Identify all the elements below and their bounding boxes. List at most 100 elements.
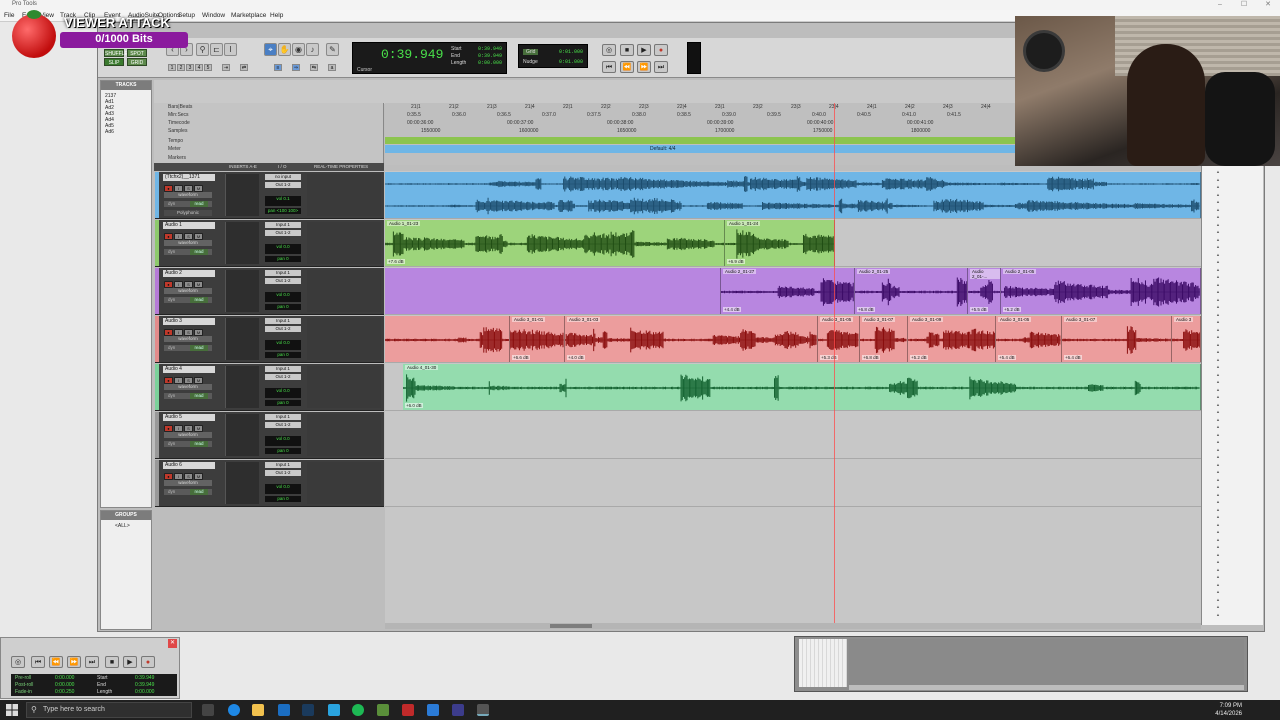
automation-mode[interactable]: read — [190, 297, 208, 303]
zoom-preset-4[interactable]: 4 — [195, 64, 203, 71]
inserts-slots[interactable] — [225, 414, 259, 456]
clip-list-entry-icon[interactable]: ▲ — [1216, 229, 1220, 234]
clip-list-entry-icon[interactable]: ▲ — [1216, 559, 1220, 564]
start-value[interactable]: 0:39.949 — [478, 46, 502, 52]
end-value[interactable]: 0:39.949 — [478, 53, 502, 59]
clip-list-entry-icon[interactable]: ▲ — [1216, 304, 1220, 309]
rewind-icon[interactable]: ⏪ — [49, 656, 63, 668]
smart-tool-icon[interactable]: ⌖ — [264, 43, 277, 56]
vscode-icon[interactable] — [427, 704, 439, 716]
spotify-icon[interactable] — [352, 704, 364, 716]
app-icon[interactable] — [402, 704, 414, 716]
trim-icon[interactable]: ⊏ — [210, 43, 223, 56]
windows-start-icon[interactable] — [6, 704, 18, 716]
clip[interactable]: Audio 3_01-09 +5.2 dB — [908, 316, 996, 362]
group-all-item[interactable]: <ALL> — [115, 523, 130, 529]
insertion-follows-icon[interactable]: ⇒ — [292, 64, 300, 71]
clip-list-entry-icon[interactable]: ▲ — [1216, 499, 1220, 504]
automation-mode[interactable]: read — [190, 345, 208, 351]
track-extra-label[interactable]: Polyphonic — [164, 210, 212, 216]
scrubber-icon[interactable]: ◉ — [292, 43, 305, 56]
rewind-icon[interactable]: ⏪ — [620, 61, 634, 73]
track-color-strip[interactable] — [155, 364, 159, 410]
clip[interactable]: Audio 3_01-01 +6.6 dB — [510, 316, 565, 362]
stop-icon[interactable]: ■ — [620, 44, 634, 56]
go-to-end-icon[interactable]: ⏭ — [654, 61, 668, 73]
pan-readout[interactable]: pan 0 — [265, 400, 301, 406]
inserts-column-header[interactable]: INSERTS A-E — [229, 164, 257, 169]
track-control-strip[interactable]: Audio 5 ● I S M waveform dyn read Input 1 Ou… — [155, 412, 384, 459]
output-selector[interactable]: Out 1-2 — [265, 374, 301, 380]
clip-list-entry-icon[interactable]: ▲ — [1216, 267, 1220, 272]
stop-icon[interactable]: ■ — [105, 656, 119, 668]
inserts-slots[interactable] — [225, 366, 259, 408]
clip-list-entry-icon[interactable]: ▲ — [1216, 349, 1220, 354]
output-selector[interactable]: Out 1-2 — [265, 422, 301, 428]
record-enable-button[interactable]: ● — [164, 233, 173, 240]
outlook-icon[interactable] — [278, 704, 290, 716]
volume-readout[interactable]: vol 0.1 — [265, 196, 301, 206]
track-lane-audio6[interactable] — [385, 459, 1201, 507]
mute-button[interactable]: M — [194, 329, 203, 336]
automation-mode[interactable]: read — [190, 393, 208, 399]
clip-list-entry-icon[interactable]: ▲ — [1216, 207, 1220, 212]
clip-list-entry-icon[interactable]: ▲ — [1216, 274, 1220, 279]
length-value[interactable]: 0:00.000 — [135, 689, 154, 695]
clip-list-entry-icon[interactable]: ▲ — [1216, 514, 1220, 519]
track-view-selector[interactable]: waveform — [164, 288, 212, 294]
clip-list-entry-icon[interactable]: ▲ — [1216, 589, 1220, 594]
record-enable-button[interactable]: ● — [164, 473, 173, 480]
postroll-value[interactable]: 0:00.000 — [55, 682, 74, 688]
track-timebase[interactable]: dyn read — [164, 201, 212, 207]
realtime-properties[interactable] — [307, 318, 381, 360]
track-view-selector[interactable]: waveform — [164, 432, 212, 438]
mute-button[interactable]: M — [194, 281, 203, 288]
clip-list-entry-icon[interactable]: ▲ — [1216, 522, 1220, 527]
input-monitor-button[interactable]: I — [174, 425, 183, 432]
clip-gain[interactable]: +6.6 dB — [512, 355, 530, 360]
pan-readout[interactable]: pan 0 — [265, 448, 301, 454]
record-icon[interactable]: ● — [654, 44, 668, 56]
zoom-preset-5[interactable]: 5 — [204, 64, 212, 71]
menu-marketplace[interactable]: Marketplace — [231, 12, 266, 19]
input-monitor-button[interactable]: I — [174, 377, 183, 384]
clip-list-entry-icon[interactable]: ▲ — [1216, 417, 1220, 422]
track-name[interactable]: Audio 4 — [163, 366, 215, 373]
track-control-strip[interactable]: (Ttchx2)__1371 ● I S M waveform dyn read Pol… — [155, 172, 384, 219]
track-name[interactable]: Audio 5 — [163, 414, 215, 421]
clip-list-entry-icon[interactable]: ▲ — [1216, 192, 1220, 197]
track-view-selector[interactable]: waveform — [164, 480, 212, 486]
input-selector[interactable]: Input 1 — [265, 318, 301, 324]
output-selector[interactable]: Out 1-2 — [265, 326, 301, 332]
pencil-icon[interactable]: ✎ — [326, 43, 339, 56]
clip-list-entry-icon[interactable]: ▲ — [1216, 259, 1220, 264]
end-value[interactable]: 0:39.949 — [135, 682, 154, 688]
clip-stereo[interactable] — [385, 172, 1201, 218]
input-monitor-button[interactable]: I — [174, 473, 183, 480]
pan-readout[interactable]: pan 0 — [265, 304, 301, 310]
realtime-properties[interactable] — [307, 222, 381, 264]
solo-button[interactable]: S — [184, 377, 193, 384]
clip-list-entry-icon[interactable]: ▲ — [1216, 432, 1220, 437]
clip-list-entry-icon[interactable]: ▲ — [1216, 282, 1220, 287]
automation-mode[interactable]: read — [190, 249, 208, 255]
track-control-strip[interactable]: Audio 2 ● I S M waveform dyn read Input 1 Ou… — [155, 268, 384, 315]
realtime-properties[interactable] — [307, 462, 381, 504]
track-timebase[interactable]: dyn read — [164, 249, 212, 255]
clip-empty[interactable] — [385, 268, 721, 314]
record-enable-button[interactable]: ● — [164, 185, 173, 192]
timeline-area[interactable]: Audio 1_01-23 +7.6 dB Audio 1_01-24 +6.9 d… — [385, 171, 1201, 623]
clip-list-entry-icon[interactable]: ▲ — [1216, 372, 1220, 377]
record-enable-button[interactable]: ● — [164, 281, 173, 288]
clip[interactable]: Audio 3_01-03 +4.0 dB — [565, 316, 818, 362]
groups-panel-header[interactable]: GROUPS — [101, 511, 151, 520]
input-monitor-button[interactable]: I — [174, 233, 183, 240]
inserts-slots[interactable] — [225, 318, 259, 360]
clip-list-entry-icon[interactable]: ▲ — [1216, 252, 1220, 257]
file-explorer-icon[interactable] — [252, 704, 264, 716]
clip-list-entry-icon[interactable]: ▲ — [1216, 184, 1220, 189]
input-selector[interactable]: no input — [265, 174, 301, 180]
close-window-icon[interactable]: ✕ — [1256, 0, 1280, 10]
automation-mode[interactable]: read — [190, 201, 208, 207]
clip-gain[interactable]: +6.0 dB — [405, 403, 423, 408]
